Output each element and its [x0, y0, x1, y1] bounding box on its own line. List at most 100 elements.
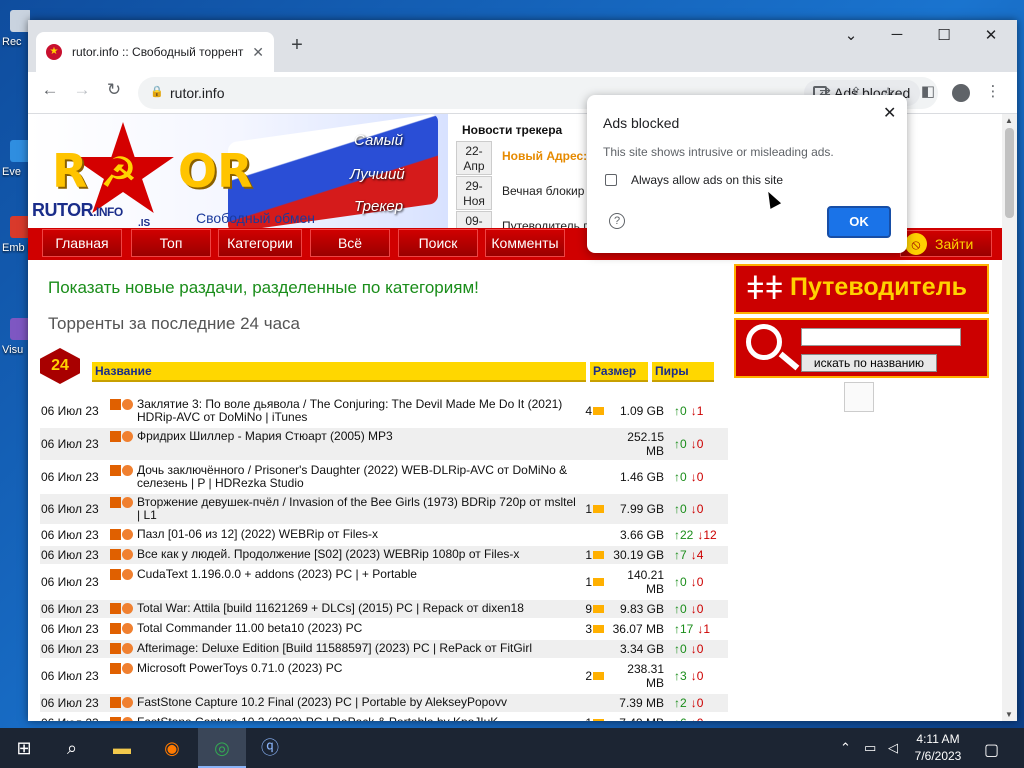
row-title-link[interactable]: CudaText 1.196.0.0 + addons (2023) PC | …: [137, 568, 417, 581]
download-icon[interactable]: [110, 643, 121, 654]
menu-item[interactable]: Поиск: [398, 229, 478, 257]
magnet-icon[interactable]: [122, 497, 133, 508]
leechers-count: ↓0: [691, 716, 704, 721]
allow-ads-label[interactable]: Always allow ads on this site: [631, 173, 783, 187]
magnet-icon[interactable]: [122, 697, 133, 708]
download-icon[interactable]: [110, 663, 121, 674]
menu-item[interactable]: Главная: [42, 229, 122, 257]
magnet-icon[interactable]: [122, 717, 133, 721]
chrome-icon[interactable]: ◎: [198, 728, 246, 768]
download-icon[interactable]: [110, 465, 121, 476]
comment-icon: [593, 672, 604, 680]
guide-banner[interactable]: ǂǂ Путеводитель: [734, 264, 989, 314]
row-title-link[interactable]: Фридрих Шиллер - Мария Стюарт (2005) MP3: [137, 430, 393, 443]
menu-item[interactable]: Топ: [131, 229, 211, 257]
clock[interactable]: 4:11 AM 7/6/2023: [900, 731, 976, 765]
download-icon[interactable]: [110, 549, 121, 560]
tab-search-icon[interactable]: ⌄: [828, 26, 874, 44]
news-text[interactable]: Новый Адрес:: [492, 141, 587, 175]
row-title-link[interactable]: FastStone Capture 10.2 Final (2023) PC |…: [137, 696, 507, 709]
row-title-link[interactable]: Afterimage: Deluxe Edition [Build 115885…: [137, 642, 532, 655]
row-title-link[interactable]: Заклятие 3: По воле дьявола / The Conjur…: [137, 398, 576, 424]
qbittorrent-icon[interactable]: ⓠ: [246, 728, 294, 768]
row-title-cell: Total Commander 11.00 beta10 (2023) PC: [108, 620, 578, 640]
new-by-category-link[interactable]: Показать новые раздачи, разделенные по к…: [48, 278, 479, 298]
maximize-icon[interactable]: ☐: [921, 26, 967, 44]
magnet-icon[interactable]: [122, 643, 133, 654]
desktop-icon[interactable]: Emb De: [2, 216, 30, 254]
row-title-link[interactable]: Дочь заключённого / Prisoner's Daughter …: [137, 464, 576, 490]
vertical-scrollbar[interactable]: ▲ ▼: [1002, 114, 1017, 721]
minimize-icon[interactable]: ─: [874, 26, 920, 43]
ok-button[interactable]: OK: [827, 206, 891, 238]
help-icon[interactable]: ?: [609, 213, 625, 229]
row-title-link[interactable]: Total War: Attila [build 11621269 + DLCs…: [137, 602, 524, 615]
logo-letter-r: R: [52, 144, 88, 198]
row-title-link[interactable]: FastStone Capture 10.2 (2023) PC | RePac…: [137, 716, 498, 722]
windows-start-icon[interactable]: ⊞: [0, 728, 48, 768]
forward-icon[interactable]: →: [69, 80, 95, 100]
menu-item[interactable]: Категории: [218, 229, 302, 257]
download-icon[interactable]: [110, 603, 121, 614]
popup-close-icon[interactable]: ✕: [883, 103, 896, 123]
scroll-down-icon[interactable]: ▼: [1005, 710, 1013, 719]
download-icon[interactable]: [110, 431, 121, 442]
logo-word-1: Самый: [354, 132, 404, 149]
magnet-icon[interactable]: [122, 623, 133, 634]
magnet-icon[interactable]: [122, 529, 133, 540]
close-tab-icon[interactable]: ✕: [252, 44, 264, 61]
row-peers: ↑6 ↓0: [666, 714, 728, 721]
menu-kebab-icon[interactable]: ⋮: [983, 82, 1003, 100]
search-input[interactable]: [801, 328, 961, 346]
desktop-icon[interactable]: Visu: [2, 318, 30, 356]
lock-icon[interactable]: 🔒: [150, 85, 164, 98]
news-text[interactable]: Вечная блокир: [492, 176, 584, 210]
desktop-icon[interactable]: Eve: [2, 140, 30, 178]
row-title-link[interactable]: Вторжение девушек-пчёл / Invasion of the…: [137, 496, 576, 522]
search-button[interactable]: искать по названию: [801, 354, 937, 372]
search-icon[interactable]: ⌕: [48, 728, 96, 768]
download-icon[interactable]: [110, 717, 121, 721]
volume-icon[interactable]: ◁: [888, 740, 898, 756]
side-panel-icon[interactable]: ◧: [918, 82, 938, 100]
file-explorer-icon[interactable]: ▬: [98, 728, 146, 768]
download-icon[interactable]: [110, 697, 121, 708]
notifications-icon[interactable]: ▢: [984, 740, 999, 760]
browser-tab[interactable]: ★ rutor.info :: Свободный торрент ✕: [36, 32, 274, 72]
magnet-icon[interactable]: [122, 569, 133, 580]
magnet-icon[interactable]: [122, 399, 133, 410]
row-title-link[interactable]: Все как у людей. Продолжение [S02] (2023…: [137, 548, 519, 561]
clock-date: 7/6/2023: [914, 749, 962, 763]
new-tab-icon[interactable]: +: [287, 34, 307, 57]
download-icon[interactable]: [110, 569, 121, 580]
scroll-up-icon[interactable]: ▲: [1005, 116, 1013, 125]
row-title-link[interactable]: Total Commander 11.00 beta10 (2023) PC: [137, 622, 362, 635]
menu-item[interactable]: Всё: [310, 229, 390, 257]
download-icon[interactable]: [110, 497, 121, 508]
scroll-thumb[interactable]: [1005, 128, 1014, 218]
download-icon[interactable]: [110, 623, 121, 634]
network-icon[interactable]: ▭: [864, 740, 876, 756]
menu-item[interactable]: Комменты: [485, 229, 565, 257]
tray-chevron-icon[interactable]: ⌃: [840, 740, 851, 756]
download-icon[interactable]: [110, 399, 121, 410]
magnet-icon[interactable]: [122, 603, 133, 614]
profile-avatar-icon[interactable]: [952, 84, 970, 102]
firefox-icon[interactable]: ◉: [148, 728, 196, 768]
magnet-icon[interactable]: [122, 431, 133, 442]
reload-icon[interactable]: ↻: [101, 80, 127, 100]
magnet-icon[interactable]: [122, 663, 133, 674]
row-title-link[interactable]: Microsoft PowerToys 0.71.0 (2023) PC: [137, 662, 342, 675]
site-logo[interactable]: Самый Лучший Трекер R OR RUTOR.INFO .IS …: [28, 114, 448, 233]
desktop-icon[interactable]: Rec: [2, 10, 30, 48]
close-window-icon[interactable]: ✕: [968, 26, 1014, 44]
seeders-count: ↑0: [674, 642, 687, 656]
download-icon[interactable]: [110, 529, 121, 540]
row-title-link[interactable]: Пазл [01-06 из 12] (2022) WEBRip от File…: [137, 528, 378, 541]
row-title-cell: Afterimage: Deluxe Edition [Build 115885…: [108, 640, 578, 660]
magnet-icon[interactable]: [122, 465, 133, 476]
magnet-icon[interactable]: [122, 549, 133, 560]
login-button[interactable]: ⦸ Зайти: [900, 230, 992, 257]
back-icon[interactable]: ←: [37, 80, 63, 100]
allow-ads-checkbox[interactable]: [605, 174, 617, 186]
